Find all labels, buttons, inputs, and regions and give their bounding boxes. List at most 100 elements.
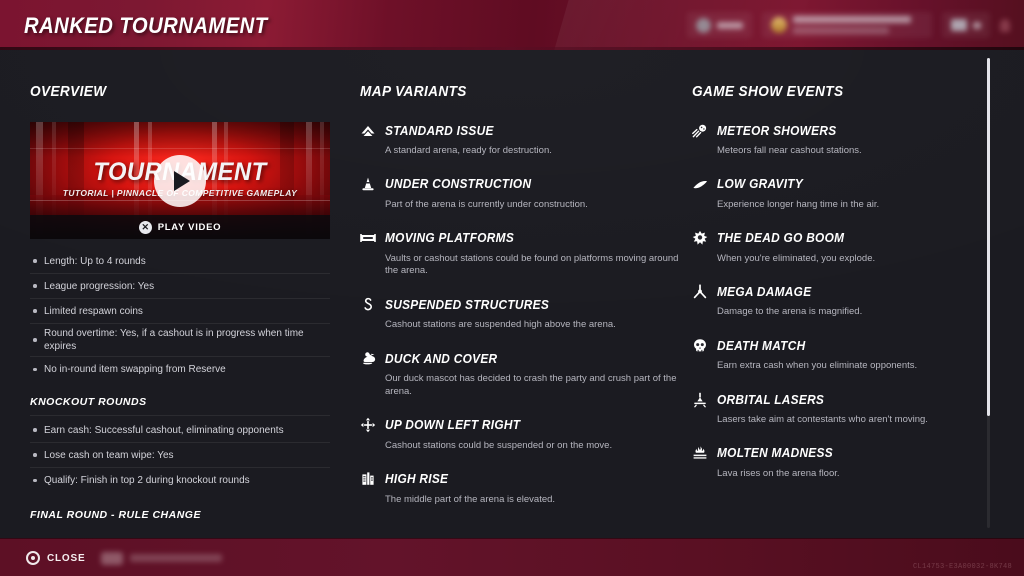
list-item: METEOR SHOWERS Meteors fall near cashout… — [692, 122, 992, 158]
knockout-rounds-heading: KNOCKOUT ROUNDS — [30, 396, 330, 416]
variant-desc: The middle part of the arena is elevated… — [385, 493, 556, 505]
x-button-icon: ✕ — [138, 220, 152, 234]
play-video-label: PLAY VIDEO — [157, 221, 222, 233]
variant-name: MOVING PLATFORMS — [385, 231, 515, 246]
event-desc: Earn extra cash when you eliminate oppon… — [717, 360, 918, 372]
event-name: ORBITAL LASERS — [717, 392, 825, 407]
list-item: League progression: Yes — [30, 274, 330, 299]
event-name: THE DEAD GO BOOM — [717, 231, 845, 246]
fact-text: Qualify: Finish in top 2 during knockout… — [44, 475, 250, 486]
list-item: Length: Up to 4 rounds — [30, 249, 330, 274]
content-area: OVERVIEW TOURNAMENT — [0, 50, 1024, 538]
fact-text: Length: Up to 4 rounds — [44, 255, 146, 267]
play-video-button[interactable]: ✕ PLAY VIDEO — [30, 215, 330, 239]
traffic-cone-icon — [360, 176, 376, 192]
tournament-video-card[interactable]: TOURNAMENT TUTORIAL | PINNACLE OF COMPET… — [30, 122, 330, 239]
level-value — [973, 21, 981, 29]
close-label: CLOSE — [47, 552, 86, 564]
fact-text: No in-round item swapping from Reserve — [44, 364, 226, 375]
list-item: LOW GRAVITY Experience longer hang time … — [692, 176, 992, 212]
player-name-block — [793, 16, 911, 34]
footer-bar: CLOSE CL14753-E3A00032-8K748 — [0, 538, 1024, 576]
event-desc: Lava rises on the arena floor. — [717, 467, 840, 479]
overview-facts-list: Length: Up to 4 rounds League progressio… — [30, 249, 330, 382]
list-item: Limited respawn coins — [30, 299, 330, 324]
list-item: UNDER CONSTRUCTION Part of the arena is … — [360, 176, 680, 212]
list-item: MOVING PLATFORMS Vaults or cashout stati… — [360, 230, 680, 279]
platform-icon — [360, 230, 376, 246]
hook-icon — [360, 297, 376, 313]
circle-button-icon — [26, 551, 40, 565]
list-item: MEGA DAMAGE Damage to the arena is magni… — [692, 283, 992, 319]
player-subline — [793, 27, 889, 34]
event-desc: When you're eliminated, you explode. — [717, 252, 876, 264]
variant-name: STANDARD ISSUE — [385, 123, 494, 138]
variant-name: HIGH RISE — [385, 472, 449, 486]
map-variants-column: MAP VARIANTS STANDARD ISSUE A standard a… — [360, 84, 680, 524]
duck-icon — [360, 351, 376, 367]
event-name: MOLTEN MADNESS — [717, 446, 833, 461]
variant-name: DUCK AND COVER — [385, 351, 498, 366]
event-name: DEATH MATCH — [717, 338, 806, 353]
ranked-tournament-screen: RANKED TOURNAMENT OVERVIEW TUTORIAL | PI… — [0, 0, 1024, 576]
list-item: Qualify: Finish in top 2 during knockout… — [30, 468, 330, 493]
game-show-events-list: METEOR SHOWERS Meteors fall near cashout… — [692, 122, 992, 481]
fact-text: Earn cash: Successful cashout, eliminati… — [44, 424, 284, 436]
variant-desc: A standard arena, ready for destruction. — [385, 145, 552, 156]
account-icon[interactable] — [1000, 18, 1010, 32]
fact-text: Round overtime: Yes, if a cashout is in … — [44, 328, 304, 352]
currency-icon — [696, 17, 711, 33]
four-arrows-icon — [360, 417, 376, 433]
player-name — [793, 16, 911, 23]
event-name: MEGA DAMAGE — [717, 284, 812, 299]
list-item: DEATH MATCH Earn extra cash when you eli… — [692, 337, 992, 373]
fact-text: Limited respawn coins — [44, 305, 143, 317]
play-triangle-icon — [174, 170, 190, 191]
play-icon[interactable] — [154, 154, 206, 207]
list-item: DUCK AND COVER Our duck mascot has decid… — [360, 350, 680, 399]
fact-text: Lose cash on team wipe: Yes — [44, 449, 174, 461]
list-item: Lose cash on team wipe: Yes — [30, 443, 330, 468]
fact-text: League progression: Yes — [44, 280, 155, 292]
list-item: HIGH RISE The middle part of the arena i… — [360, 471, 680, 507]
variant-desc: Cashout stations could be suspended or o… — [385, 439, 613, 451]
secondary-action-button[interactable] — [101, 551, 223, 565]
level-chip[interactable] — [942, 12, 990, 38]
game-show-events-heading: GAME SHOW EVENTS — [692, 84, 844, 100]
variant-desc: Vaults or cashout stations could be foun… — [385, 252, 679, 277]
scrollbar-thumb[interactable] — [987, 58, 990, 416]
variant-desc: Our duck mascot has decided to crash the… — [385, 373, 677, 397]
rank-badge-icon — [771, 17, 787, 33]
player-hud — [687, 10, 1010, 40]
currency-chip[interactable] — [687, 12, 752, 38]
variant-name: UNDER CONSTRUCTION — [385, 177, 532, 192]
footer-actions: CLOSE — [26, 539, 223, 576]
map-variants-list: STANDARD ISSUE A standard arena, ready f… — [360, 122, 680, 506]
mountain-icon — [360, 123, 376, 139]
final-round-heading: FINAL ROUND - RULE CHANGE — [30, 509, 201, 521]
explosion-icon — [692, 230, 708, 246]
event-desc: Meteors fall near cashout stations. — [717, 145, 862, 156]
list-item: UP DOWN LEFT RIGHT Cashout stations coul… — [360, 417, 680, 453]
list-item: Earn cash: Successful cashout, eliminati… — [30, 418, 330, 443]
variant-desc: Part of the arena is currently under con… — [385, 198, 588, 210]
list-item: SUSPENDED STRUCTURES Cashout stations ar… — [360, 296, 680, 332]
list-item: THE DEAD GO BOOM When you're eliminated,… — [692, 230, 992, 266]
currency-amount — [717, 21, 743, 29]
game-show-events-column: GAME SHOW EVENTS METEOR SHOWERS Meteors … — [692, 84, 992, 499]
skyscraper-icon — [360, 471, 376, 487]
close-button[interactable]: CLOSE — [26, 551, 85, 565]
overview-heading: OVERVIEW — [30, 84, 107, 100]
list-item: STANDARD ISSUE A standard arena, ready f… — [360, 122, 680, 158]
list-item: ORBITAL LASERS Lasers take aim at contes… — [692, 391, 992, 427]
event-name: LOW GRAVITY — [717, 177, 804, 192]
scrollbar-track[interactable] — [987, 58, 990, 528]
player-name-chip[interactable] — [762, 12, 932, 38]
event-name: METEOR SHOWERS — [717, 123, 837, 138]
secondary-button-icon — [101, 551, 124, 565]
list-item: No in-round item swapping from Reserve — [30, 357, 330, 382]
map-variants-heading: MAP VARIANTS — [360, 84, 467, 100]
build-id: CL14753-E3A00032-8K748 — [912, 563, 1012, 571]
variant-name: UP DOWN LEFT RIGHT — [385, 418, 521, 433]
skull-icon — [692, 338, 708, 354]
